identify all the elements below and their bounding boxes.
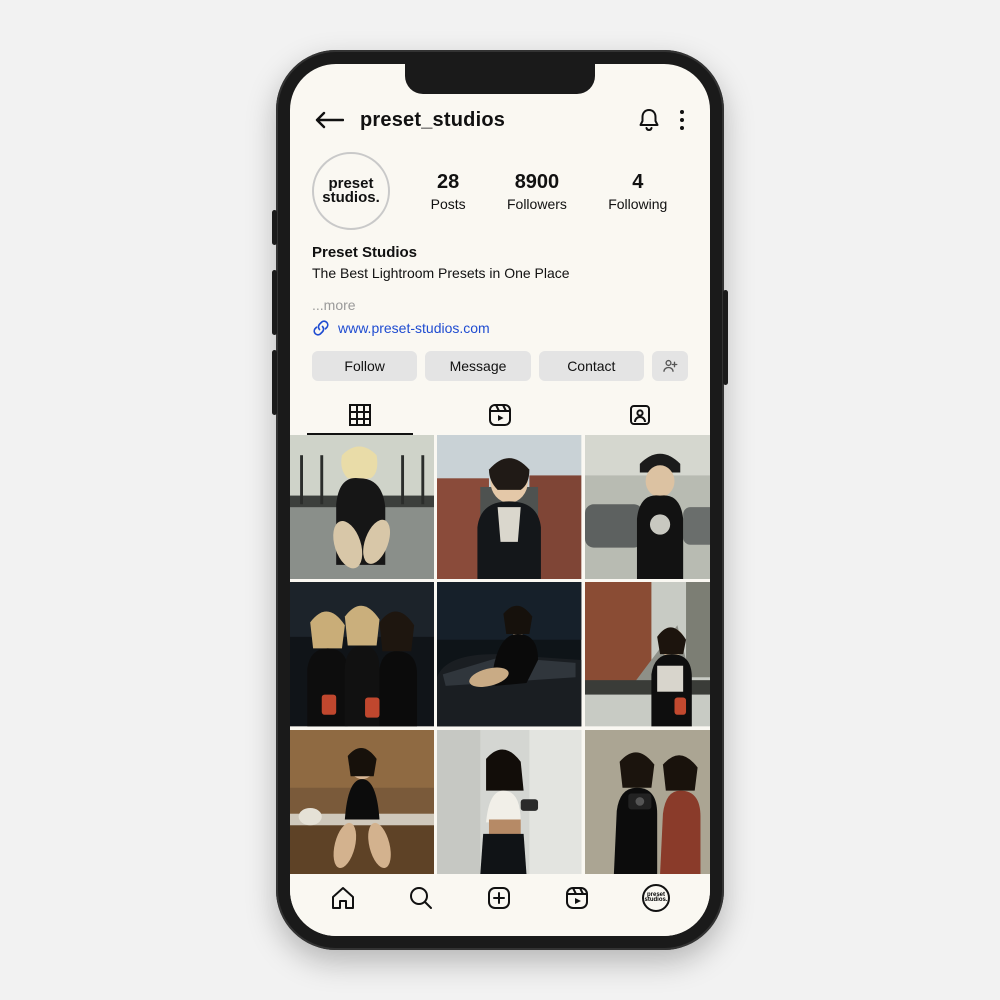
nav-profile-avatar-icon: preset studios.: [642, 884, 670, 912]
tagged-icon: [628, 403, 652, 427]
message-button[interactable]: Message: [425, 351, 530, 381]
profile-bio-line: The Best Lightroom Presets in One Place: [312, 265, 688, 281]
grid-icon: [349, 404, 371, 426]
stat-posts[interactable]: 28 Posts: [431, 171, 466, 212]
profile-display-name: Preset Studios: [312, 244, 688, 261]
notifications-button[interactable]: [638, 108, 660, 132]
stat-number: 4: [608, 171, 667, 194]
add-post-icon: [486, 885, 512, 911]
profile-avatar[interactable]: preset studios.: [312, 152, 390, 230]
profile-tabs: [290, 395, 710, 435]
photo-placeholder-icon: [585, 435, 710, 579]
menu-dots-icon: [680, 110, 684, 114]
follow-button[interactable]: Follow: [312, 351, 417, 381]
photo-placeholder-icon: [585, 730, 710, 874]
phone-side-button: [272, 210, 277, 245]
photo-placeholder-icon: [585, 582, 710, 726]
back-arrow-icon: [314, 111, 344, 129]
photo-placeholder-icon: [437, 582, 581, 726]
post-thumbnail[interactable]: [437, 582, 581, 726]
photo-placeholder-icon: [437, 730, 581, 874]
profile-link-text: www.preset-studios.com: [338, 320, 490, 336]
home-icon: [330, 885, 356, 911]
nav-create[interactable]: [486, 885, 512, 911]
phone-screen: preset_studios preset: [290, 64, 710, 936]
stat-label: Following: [608, 196, 667, 212]
stat-label: Posts: [431, 196, 466, 212]
bottom-nav: preset studios.: [290, 874, 710, 936]
stat-label: Followers: [507, 196, 567, 212]
phone-side-button: [272, 270, 277, 335]
suggested-users-button[interactable]: [652, 351, 688, 381]
post-thumbnail[interactable]: [437, 435, 581, 579]
reels-icon: [488, 403, 512, 427]
stat-followers[interactable]: 8900 Followers: [507, 171, 567, 212]
bio-more-button[interactable]: ...more: [312, 297, 688, 313]
photo-placeholder-icon: [437, 435, 581, 579]
tab-grid[interactable]: [290, 395, 430, 435]
search-icon: [408, 885, 434, 911]
post-thumbnail[interactable]: [290, 582, 434, 726]
post-thumbnail[interactable]: [585, 582, 710, 726]
post-thumbnail[interactable]: [437, 730, 581, 874]
profile-link[interactable]: www.preset-studios.com: [312, 319, 688, 337]
add-user-icon: [661, 357, 679, 375]
contact-button[interactable]: Contact: [539, 351, 644, 381]
bell-icon: [638, 108, 660, 132]
post-thumbnail[interactable]: [585, 435, 710, 579]
stat-following[interactable]: 4 Following: [608, 171, 667, 212]
profile-top: preset studios. 28 Posts 8900 Followers …: [290, 142, 710, 240]
menu-button[interactable]: [676, 106, 688, 134]
stat-number: 28: [431, 171, 466, 194]
link-icon: [312, 319, 330, 337]
nav-profile[interactable]: preset studios.: [642, 884, 670, 912]
phone-side-button: [272, 350, 277, 415]
nav-home[interactable]: [330, 885, 356, 911]
profile-username: preset_studios: [360, 109, 624, 132]
phone-side-button: [723, 290, 728, 385]
avatar-text-line: studios.: [322, 191, 380, 205]
photo-placeholder-icon: [290, 582, 434, 726]
post-thumbnail[interactable]: [290, 730, 434, 874]
stat-number: 8900: [507, 171, 567, 194]
back-button[interactable]: [312, 111, 346, 129]
tab-tagged[interactable]: [570, 395, 710, 435]
phone-frame: preset_studios preset: [276, 50, 724, 950]
profile-actions: Follow Message Contact: [290, 337, 710, 389]
phone-notch: [405, 64, 595, 94]
photo-placeholder-icon: [290, 730, 434, 874]
post-thumbnail[interactable]: [585, 730, 710, 874]
nav-reels[interactable]: [564, 885, 590, 911]
photo-placeholder-icon: [290, 435, 434, 579]
post-grid: [290, 435, 710, 874]
reels-icon: [564, 885, 590, 911]
post-thumbnail[interactable]: [290, 435, 434, 579]
tab-reels[interactable]: [430, 395, 570, 435]
profile-stats: 28 Posts 8900 Followers 4 Following: [410, 171, 688, 212]
profile-bio: Preset Studios The Best Lightroom Preset…: [290, 240, 710, 337]
nav-search[interactable]: [408, 885, 434, 911]
